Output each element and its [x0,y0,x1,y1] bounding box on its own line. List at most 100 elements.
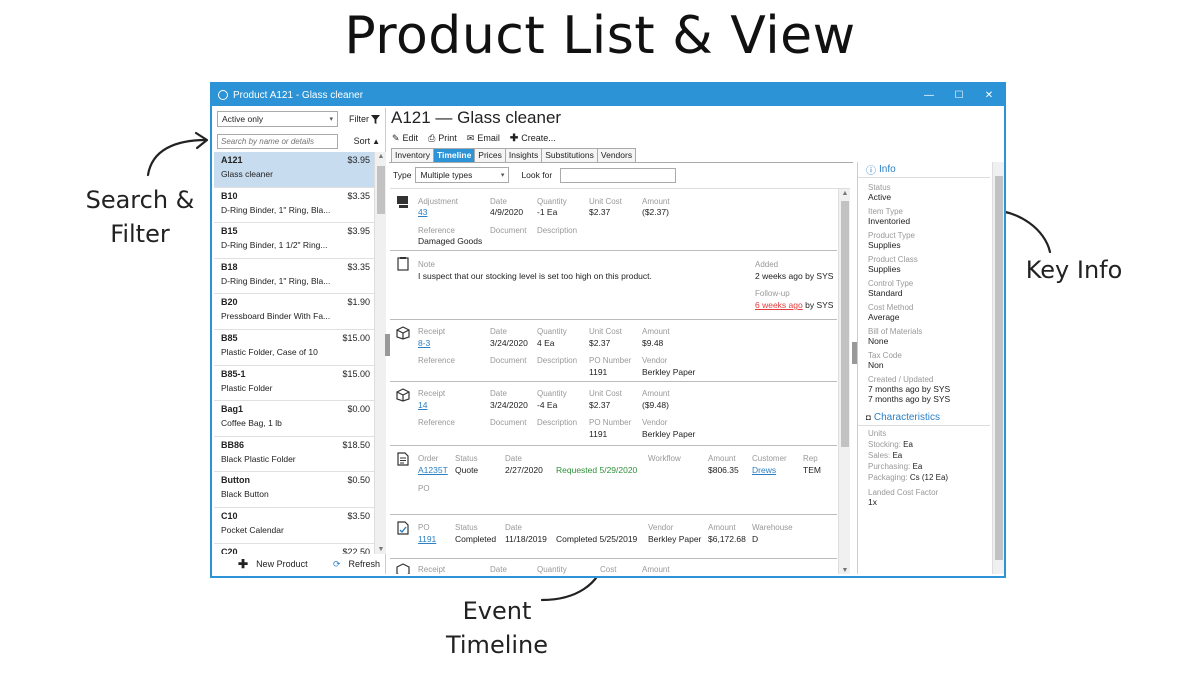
scroll-thumb[interactable] [841,201,849,447]
sort-button[interactable]: Sort ▲ [354,136,382,146]
unit-value: Cs (12 Ea) [909,473,949,482]
timeline-event-note[interactable]: Note I suspect that our stocking level i… [390,251,837,320]
info-field: Product Class Supplies [858,255,1004,274]
vendor-value: Berkley Paper [648,534,702,544]
info-header[interactable]: ⓘ Info [858,162,990,178]
type-select[interactable]: Multiple types ▾ [415,167,510,183]
event-id-link[interactable]: 43 [418,207,427,217]
app-icon [218,90,228,100]
product-list-item[interactable]: B85 $15.00 Plastic Folder, Case of 10 [214,330,374,366]
event-id-link[interactable]: A1235T [418,465,448,475]
qty-label: Quantity [537,197,567,206]
scroll-up-icon[interactable]: ▲ [375,153,386,160]
edit-button[interactable]: ✎ Edit [392,133,418,144]
printer-icon: ⎙ [428,132,436,143]
follow-up-overdue[interactable]: 6 weeks ago [755,300,803,310]
tab-substitutions[interactable]: Substitutions [541,148,598,162]
title-bar[interactable]: Product A121 - Glass cleaner — ☐ ✕ [212,84,1004,106]
status-value: Completed [455,534,497,544]
scroll-thumb[interactable] [377,166,385,214]
info-field-label: Bill of Materials [868,327,923,336]
reference-label: Reference [418,226,455,235]
tab-timeline[interactable]: Timeline [432,148,476,162]
maximize-icon[interactable]: ☐ [944,90,974,101]
info-field: Bill of Materials None [858,327,1004,346]
product-list-item[interactable]: Button $0.50 Black Button [214,472,374,508]
product-list-item[interactable]: B85-1 $15.00 Plastic Folder [214,366,374,402]
product-list[interactable]: A121 $3.95 Glass cleaner B10 $3.35 D-Ring Bin… [214,152,386,554]
info-field-value: Standard [868,288,903,298]
sort-asc-icon: ▲ [372,136,380,146]
event-id-link[interactable]: 14 [418,400,427,410]
product-list-item[interactable]: B10 $3.35 D-Ring Binder, 1" Ring, Bla... [214,188,374,224]
create-button[interactable]: ✚ Create... [510,133,556,144]
unit-line: Stocking: Ea [858,439,1004,450]
event-timeline[interactable]: Adjustment 43 Date 4/9/2020 Quantity -1 … [390,188,850,574]
product-price: $15.00 [342,332,370,343]
product-price: $1.90 [347,297,370,308]
customer-label: Customer [752,454,787,463]
window-title: Product A121 - Glass cleaner [233,89,364,101]
status-label: Status [455,454,478,463]
purchase-order-icon [397,521,409,535]
characteristics-header[interactable]: ◘ Characteristics [858,410,990,426]
status-filter-select[interactable]: Active only ▾ [217,111,338,127]
print-button[interactable]: ⎙ Print [428,133,457,144]
info-field-created: Created / Updated 7 months ago by SYS 7 … [858,375,1004,404]
product-list-item[interactable]: BB86 $18.50 Black Plastic Folder [214,437,374,473]
timeline-event-receipt[interactable]: Receipt 8-3 Date 3/24/2020 Quantity 4 Ea… [390,320,837,382]
event-id-link[interactable]: 1191 [418,534,436,544]
scroll-up-icon[interactable]: ▲ [839,190,850,197]
product-list-item[interactable]: B20 $1.90 Pressboard Binder With Fa... [214,294,374,330]
timeline-event-adjustment[interactable]: Adjustment 43 Date 4/9/2020 Quantity -1 … [390,189,837,251]
product-list-item[interactable]: B15 $3.95 D-Ring Binder, 1 1/2" Ring... [214,223,374,259]
scroll-thumb[interactable] [995,176,1003,560]
product-list-item[interactable]: C20 $22.50 [214,544,374,554]
document-label: Document [490,418,527,427]
po-number-label: PO Number [589,356,632,365]
po-number-value: 1191 [589,429,608,439]
reference-label: Reference [418,356,455,365]
info-field: Status Active [858,183,1004,202]
receipt-box-icon [396,388,410,402]
product-list-item[interactable]: A121 $3.95 Glass cleaner [214,152,374,188]
look-for-input[interactable] [560,167,677,183]
product-price: $3.95 [347,155,370,165]
timeline-event-po[interactable]: PO 1191 Status Completed Date 11/18/2019… [390,515,837,559]
info-field-value: Inventoried [868,216,911,226]
tab-inventory[interactable]: Inventory [391,148,434,162]
email-button[interactable]: ✉ Email [467,133,500,144]
info-scrollbar[interactable] [992,162,1004,574]
type-label: Type [393,170,412,180]
customer-link[interactable]: Drews [752,465,776,475]
product-list-item[interactable]: C10 $3.50 Pocket Calendar [214,508,374,544]
timeline-scrollbar[interactable]: ▲ ▼ [838,189,850,574]
product-list-item[interactable]: B18 $3.35 D-Ring Binder, 1" Ring, Bla... [214,259,374,295]
product-detail-pane: A121 — Glass cleaner ✎ Edit ⎙ Print ✉ Email… [389,108,853,574]
event-id-link[interactable]: 8-3 [418,338,430,348]
close-icon[interactable]: ✕ [974,90,1004,101]
product-list-item[interactable]: Bag1 $0.00 Coffee Bag, 1 lb [214,401,374,437]
email-label: Email [477,133,500,143]
tab-vendors[interactable]: Vendors [596,148,637,162]
document-label: Document [490,356,527,365]
new-product-button[interactable]: ✚ New Product [238,557,308,571]
minimize-icon[interactable]: — [914,90,944,101]
tab-prices[interactable]: Prices [474,148,506,162]
page-heading: Product List & View [344,6,856,66]
landed-cost-label: Landed Cost Factor [868,488,939,497]
scroll-down-icon[interactable]: ▼ [839,567,850,574]
amount-label: Amount [708,523,736,532]
filter-button[interactable]: Filter [349,114,382,124]
product-toolbar: ✎ Edit ⎙ Print ✉ Email ✚ Create... [389,130,853,146]
search-input[interactable] [217,133,338,149]
scroll-down-icon[interactable]: ▼ [375,546,386,553]
timeline-event-receipt[interactable]: Receipt Date Quantity Cost Amount [390,559,837,574]
timeline-event-receipt[interactable]: Receipt 14 Date 3/24/2020 Quantity -4 Ea… [390,382,837,446]
timeline-event-order[interactable]: Order A1235T Status Quote Date 2/27/2020… [390,446,837,515]
tab-insights[interactable]: Insights [504,148,543,162]
follow-up-label: Follow-up [755,289,790,298]
product-list-pane: Active only ▾ Filter Sort ▲ A121$3.95Gla… [214,108,386,574]
refresh-button[interactable]: ⟳ Refresh [333,559,380,570]
annotation-line: Search & [85,186,195,214]
